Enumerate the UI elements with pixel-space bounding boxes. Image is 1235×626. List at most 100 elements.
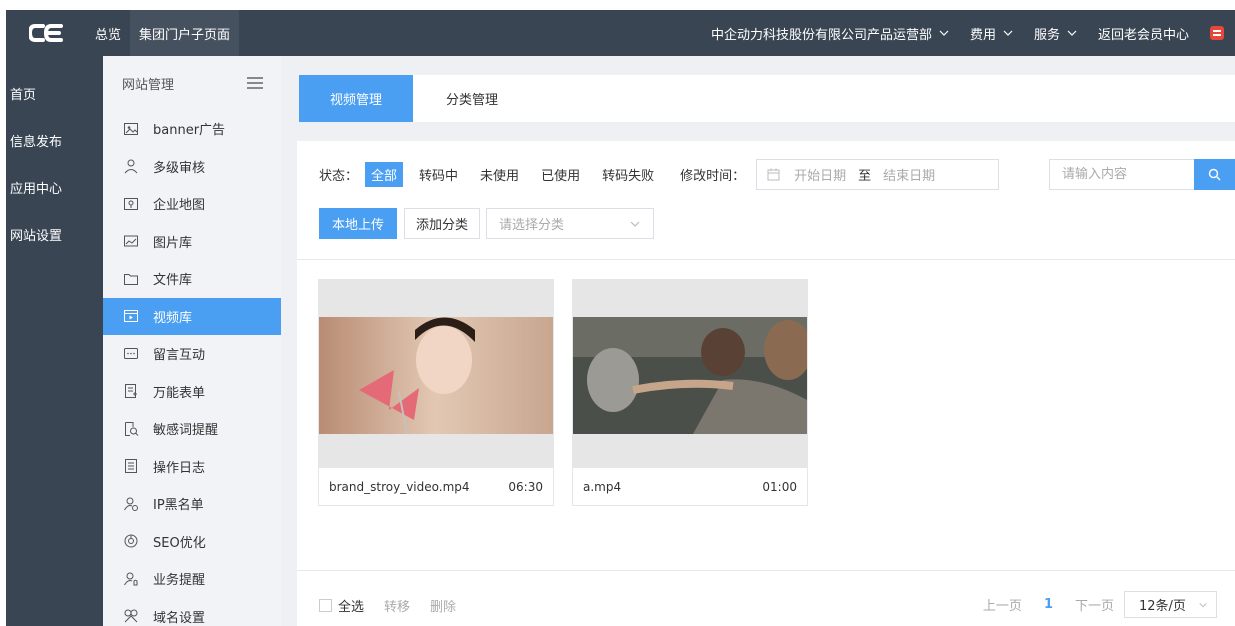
page-size-value: 12条/页: [1139, 599, 1186, 614]
chevron-down-icon: [1199, 602, 1207, 607]
tab-video-management[interactable]: 视频管理: [299, 75, 413, 122]
rail-item-publish[interactable]: 信息发布: [6, 117, 103, 164]
end-date-placeholder[interactable]: 结束日期: [883, 165, 935, 184]
main-content: 视频管理 分类管理 状态： 全部 转码中 未使用 已使用 转码失败 修改时间： …: [281, 56, 1235, 626]
hamburger-icon[interactable]: [247, 77, 263, 89]
menu-item-label: SEO优化: [153, 535, 206, 551]
user-bell-icon: [123, 571, 139, 587]
nav-overview[interactable]: 总览: [86, 10, 130, 56]
menu-item-label: 文件库: [153, 273, 193, 289]
menu-item-1[interactable]: 多级审核: [103, 148, 281, 186]
category-select[interactable]: 请选择分类: [486, 208, 655, 239]
menu-item-label: 企业地图: [153, 198, 206, 214]
time-label: 修改时间：: [680, 169, 746, 184]
video-name: a.mp4: [583, 479, 622, 494]
search-icon: [1208, 168, 1221, 181]
service-dropdown[interactable]: 服务: [1024, 24, 1088, 43]
select-all-label[interactable]: 全选: [338, 596, 364, 615]
menu-item-3[interactable]: 图片库: [103, 223, 281, 261]
status-option-all[interactable]: 全部: [365, 162, 404, 187]
menu-header: 网站管理: [103, 56, 281, 110]
seo-icon: [123, 533, 139, 549]
divider: [297, 259, 1235, 260]
service-label: 服务: [1033, 27, 1060, 43]
start-date-placeholder[interactable]: 开始日期: [794, 165, 846, 184]
menu-item-11[interactable]: SEO优化: [103, 523, 281, 561]
chat-icon: [123, 346, 139, 362]
chevron-down-icon: [939, 30, 949, 36]
menu-item-13[interactable]: 域名设置: [103, 598, 281, 626]
filter-row: 状态： 全部 转码中 未使用 已使用 转码失败 修改时间： 开始日期 至 结束日…: [319, 159, 1000, 190]
site-management-menu: 网站管理 banner广告多级审核企业地图图片库文件库视频库留言互动 万能表单 敏感…: [103, 56, 281, 626]
menu-item-12[interactable]: 业务提醒: [103, 560, 281, 598]
date-separator: 至: [858, 169, 872, 184]
menu-item-10[interactable]: IP黑名单: [103, 485, 281, 523]
prev-page-button[interactable]: 上一页: [983, 595, 1022, 614]
company-name: 中企动力科技股份有限公司产品运营部: [710, 27, 932, 43]
bulk-actions: 全选 转移 删除: [319, 596, 456, 615]
add-category-button[interactable]: 添加分类: [404, 208, 481, 239]
fee-dropdown[interactable]: 费用: [960, 24, 1024, 43]
menu-item-9[interactable]: 操作日志: [103, 448, 281, 486]
folder-icon: [123, 271, 139, 287]
fee-label: 费用: [969, 27, 996, 43]
tab-bar: 视频管理 分类管理: [299, 75, 1235, 122]
menu-item-6[interactable]: 留言互动: [103, 335, 281, 373]
log-icon: [123, 458, 139, 474]
back-member-center-link[interactable]: 返回老会员中心: [1088, 24, 1199, 43]
menu-item-2[interactable]: 企业地图: [103, 185, 281, 223]
menu-item-4[interactable]: 文件库: [103, 260, 281, 298]
menu-item-label: banner广告: [153, 123, 226, 139]
menu-item-8[interactable]: 敏感词提醒: [103, 410, 281, 448]
menu-title: 网站管理: [122, 77, 175, 93]
message-button[interactable]: [1199, 10, 1235, 56]
next-page-button[interactable]: 下一页: [1075, 595, 1114, 614]
video-name: brand_stroy_video.mp4: [329, 479, 470, 494]
chevron-down-icon: [1067, 30, 1077, 36]
menu-item-5[interactable]: 视频库: [103, 297, 281, 335]
form-icon: [123, 383, 139, 399]
top-bar: 总览 集团门户子页面 中企动力科技股份有限公司产品运营部 费用 服务 返回老会员…: [6, 10, 1235, 56]
search-box: [1049, 159, 1235, 190]
video-card[interactable]: a.mp4 01:00: [572, 279, 808, 506]
search-button[interactable]: [1194, 159, 1235, 190]
video-thumbnail-image: [573, 317, 807, 468]
rail-item-apps[interactable]: 应用中心: [6, 164, 103, 211]
status-option-unused[interactable]: 未使用: [474, 162, 525, 187]
divider: [297, 570, 1235, 571]
menu-item-label: 视频库: [153, 310, 193, 326]
move-button[interactable]: 转移: [384, 596, 410, 615]
local-upload-button[interactable]: 本地上传: [319, 208, 398, 239]
action-row: 本地上传 添加分类 请选择分类: [319, 208, 655, 239]
video-card-footer: a.mp4 01:00: [573, 468, 807, 505]
calendar-icon: [767, 168, 780, 181]
video-icon: [123, 308, 139, 324]
status-option-transcoding[interactable]: 转码中: [413, 162, 464, 187]
status-option-failed[interactable]: 转码失败: [596, 162, 660, 187]
video-thumbnail[interactable]: [573, 280, 807, 468]
page-size-select[interactable]: 12条/页: [1124, 591, 1217, 618]
video-panel: 状态： 全部 转码中 未使用 已使用 转码失败 修改时间： 开始日期 至 结束日…: [297, 141, 1235, 626]
select-all-checkbox[interactable]: [319, 599, 332, 612]
tab-category-management[interactable]: 分类管理: [413, 75, 531, 122]
delete-button[interactable]: 删除: [430, 596, 456, 615]
video-duration: 01:00: [762, 479, 797, 494]
rail-item-home[interactable]: 首页: [6, 70, 103, 117]
status-label: 状态：: [319, 169, 359, 184]
search-input[interactable]: [1049, 159, 1194, 190]
video-thumbnail[interactable]: [319, 280, 553, 468]
menu-item-7[interactable]: 万能表单: [103, 373, 281, 411]
rail-item-site-settings[interactable]: 网站设置: [6, 211, 103, 258]
current-page[interactable]: 1: [1044, 597, 1053, 612]
menu-item-label: 操作日志: [153, 460, 206, 476]
video-card[interactable]: brand_stroy_video.mp4 06:30: [318, 279, 554, 506]
ce-logo[interactable]: [6, 10, 86, 56]
date-range-picker[interactable]: 开始日期 至 结束日期: [756, 159, 1000, 190]
company-dropdown[interactable]: 中企动力科技股份有限公司产品运营部: [701, 24, 960, 43]
chevron-down-icon: [1003, 30, 1013, 36]
menu-item-0[interactable]: banner广告: [103, 110, 281, 148]
menu-item-label: 图片库: [153, 235, 193, 251]
nav-group-portal[interactable]: 集团门户子页面: [130, 10, 240, 56]
left-rail: 首页 信息发布 应用中心 网站设置: [6, 56, 103, 626]
status-option-used[interactable]: 已使用: [535, 162, 586, 187]
